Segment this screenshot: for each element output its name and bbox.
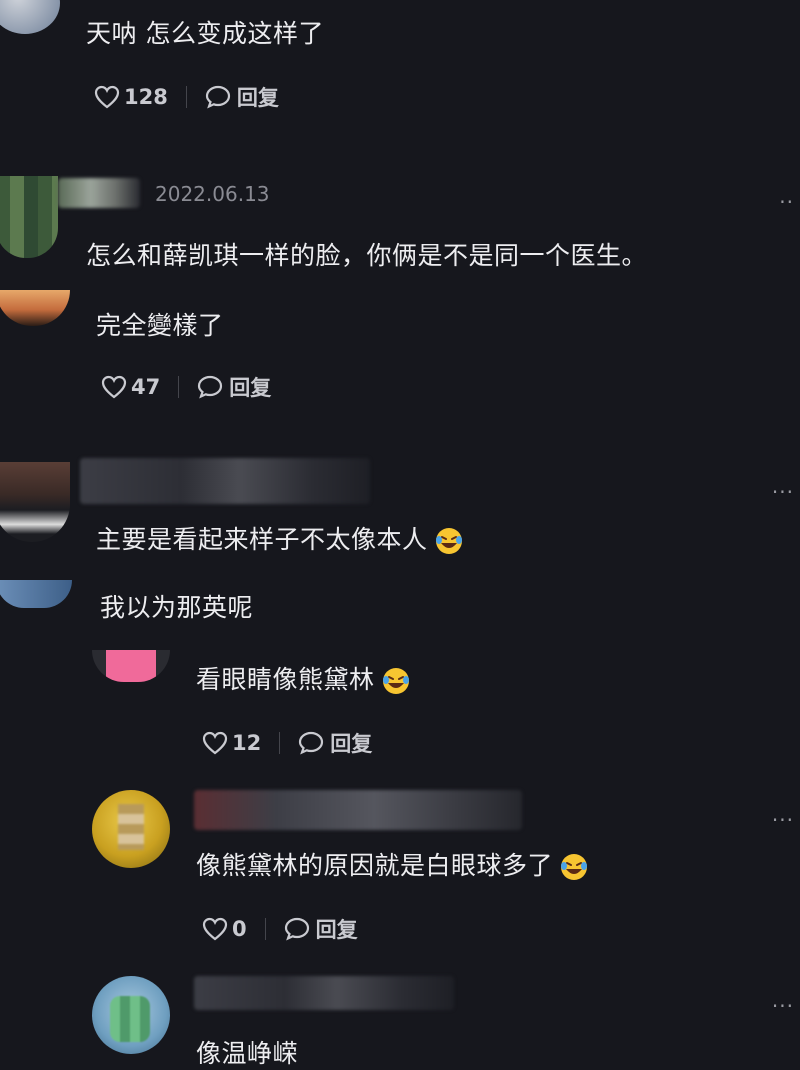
reply-button[interactable]: 回复: [298, 728, 372, 758]
avatar[interactable]: [0, 580, 72, 608]
like-count: 12: [232, 731, 262, 755]
like-button[interactable]: 0: [202, 917, 247, 941]
like-button[interactable]: 47: [101, 375, 160, 399]
reply-button[interactable]: 回复: [197, 372, 271, 402]
heart-outline-icon: [94, 85, 120, 109]
more-options-button[interactable]: ···: [772, 808, 794, 832]
heart-outline-icon: [101, 375, 127, 399]
comment-actions: 0 回复: [202, 914, 358, 944]
speech-bubble-icon: [205, 85, 230, 109]
like-count: 0: [232, 917, 247, 941]
username-blurred: [80, 458, 370, 504]
speech-bubble-icon: [284, 917, 309, 941]
avatar[interactable]: [0, 176, 58, 258]
reply-button[interactable]: 回复: [205, 82, 279, 112]
comment-actions: 128 回复: [94, 82, 279, 112]
comment-text: 完全變樣了: [96, 311, 224, 340]
avatar[interactable]: [0, 290, 70, 326]
comment-text: 我以为那英呢: [100, 593, 254, 622]
like-button[interactable]: 12: [202, 731, 261, 755]
laughing-crying-emoji: [561, 854, 588, 880]
reply-text: 像熊黛林的原因就是白眼球多了: [196, 846, 589, 882]
laughing-crying-emoji: [382, 668, 409, 694]
divider: [178, 376, 180, 398]
divider: [264, 918, 266, 940]
speech-bubble-icon: [198, 375, 223, 399]
avatar[interactable]: [0, 462, 70, 542]
reply-text-content: 像熊黛林的原因就是白眼球多了: [196, 851, 554, 880]
more-options-button[interactable]: ···: [772, 480, 794, 504]
like-count: 47: [131, 375, 161, 399]
divider: [185, 86, 187, 108]
reply-label: 回复: [236, 86, 279, 110]
speech-bubble-icon: [299, 731, 324, 755]
reply-label: 回复: [229, 376, 272, 400]
comment-date: 2022.06.13: [155, 182, 270, 206]
avatar[interactable]: [92, 650, 170, 682]
comment-text-content: 主要是看起来样子不太像本人: [96, 525, 428, 554]
comment-actions: 12 回复: [202, 728, 372, 758]
like-count: 128: [124, 85, 168, 109]
comment-text: 主要是看起来样子不太像本人: [96, 520, 464, 556]
avatar[interactable]: [92, 790, 170, 868]
reply-text-content: 看眼睛像熊黛林: [196, 665, 375, 694]
more-options-button[interactable]: ··: [779, 190, 794, 214]
reply-text: 看眼睛像熊黛林: [196, 660, 411, 696]
comment-text: 天呐 怎么变成这样了: [86, 19, 324, 48]
reply-label: 回复: [315, 918, 358, 942]
comment-text: 怎么和薛凯琪一样的脸，你俩是不是同一个医生。: [86, 241, 648, 270]
more-options-button[interactable]: ···: [772, 994, 794, 1018]
username-blurred: [58, 178, 140, 208]
username-blurred: [194, 976, 454, 1010]
avatar[interactable]: [0, 0, 60, 34]
comment-actions: 47 回复: [101, 372, 271, 402]
laughing-crying-emoji: [435, 528, 462, 554]
heart-outline-icon: [202, 731, 228, 755]
heart-outline-icon: [202, 917, 228, 941]
reply-button[interactable]: 回复: [284, 914, 358, 944]
like-button[interactable]: 128: [94, 85, 168, 109]
divider: [279, 732, 281, 754]
reply-text: 像温峥嵘: [196, 1039, 299, 1068]
username-blurred: [194, 790, 522, 830]
avatar[interactable]: [92, 976, 170, 1054]
reply-label: 回复: [330, 732, 373, 756]
